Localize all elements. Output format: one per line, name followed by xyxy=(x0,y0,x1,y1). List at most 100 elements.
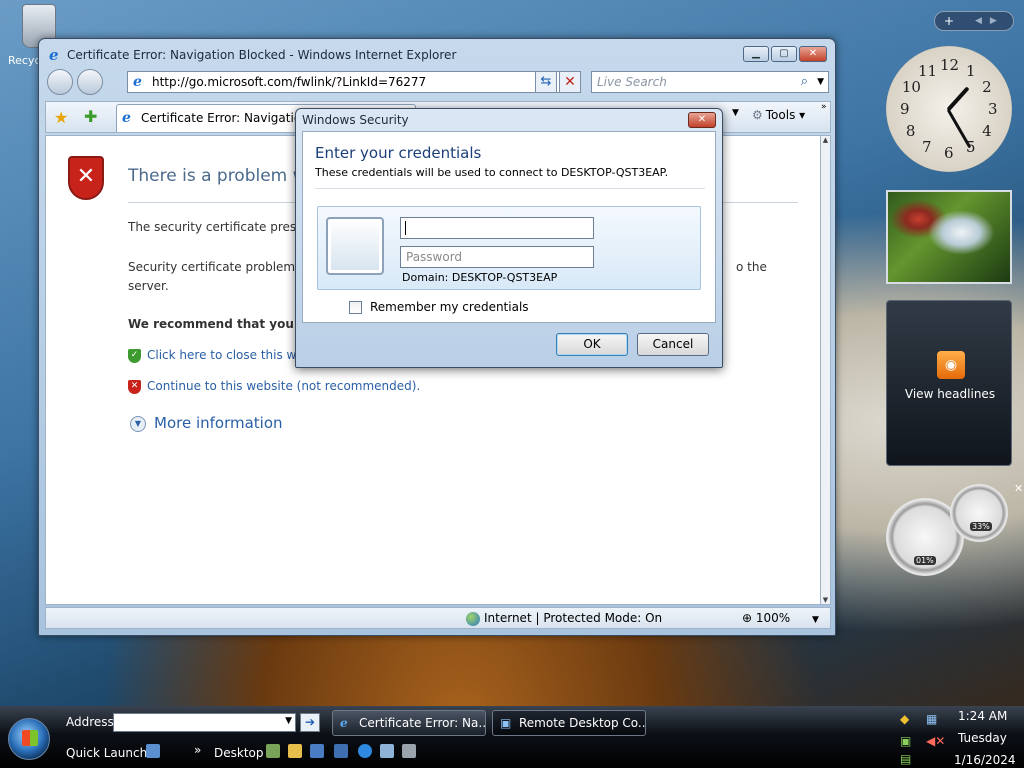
go-arrow-button[interactable]: ➔ xyxy=(300,713,320,732)
more-information-text: More information xyxy=(154,414,283,432)
gear-icon: ⚙ xyxy=(752,108,763,122)
status-bar: Internet | Protected Mode: On ⊕ 100% ▼ xyxy=(45,607,831,629)
forward-button[interactable] xyxy=(77,69,103,95)
clock-time[interactable]: 1:24 AM xyxy=(958,709,1007,723)
show-desktop-icon[interactable] xyxy=(146,744,160,758)
checkbox-box[interactable] xyxy=(349,301,362,314)
network-status-tray-icon[interactable]: ▤ xyxy=(900,752,911,766)
error-shield-icon: ✕ xyxy=(68,156,104,200)
stop-button[interactable]: ✕ xyxy=(559,71,581,93)
close-page-link[interactable]: ✓ Click here to close this w xyxy=(128,348,296,363)
remote-desktop-icon: ▣ xyxy=(500,716,512,730)
address-bar[interactable]: e http://go.microsoft.com/fwlink/?LinkId… xyxy=(127,71,573,93)
scroll-down-icon[interactable]: ▼ xyxy=(821,596,830,604)
ie-launch-icon[interactable] xyxy=(358,744,372,758)
security-shield-tray-icon[interactable]: ◆ xyxy=(900,712,909,726)
folder-icon[interactable] xyxy=(288,744,302,758)
password-field[interactable]: Password xyxy=(400,246,594,268)
taskbar-button-remote-desktop[interactable]: ▣ Remote Desktop Co... xyxy=(492,710,646,736)
hour-hand xyxy=(946,86,970,112)
credential-tile[interactable]: Password Domain: DESKTOP-QST3EAP xyxy=(317,206,701,290)
username-field[interactable] xyxy=(400,217,594,239)
desktop-toolbar-label: Desktop xyxy=(214,746,264,760)
tray-app-icon[interactable]: ▣ xyxy=(900,734,911,748)
sidebar-controls: + ◀▶ xyxy=(934,11,1014,31)
network-icon[interactable] xyxy=(310,744,324,758)
volume-muted-icon[interactable]: ◀✕ xyxy=(926,734,945,748)
zoom-dropdown-icon[interactable]: ▼ xyxy=(812,615,819,625)
zone-text: Internet | Protected Mode: On xyxy=(484,611,663,625)
continue-link-text: Continue to this website (not recommende… xyxy=(147,379,421,393)
certificate-message: The security certificate prese xyxy=(128,220,304,234)
clock-numeral: 12 xyxy=(940,56,960,74)
add-favorites-icon[interactable]: ✚ xyxy=(84,107,97,126)
start-button[interactable] xyxy=(8,718,50,760)
recycle-bin-label: Recyc xyxy=(8,54,41,67)
close-page-link-text: Click here to close this w xyxy=(147,348,297,362)
minimize-button[interactable]: ▁ xyxy=(743,46,769,62)
ok-button[interactable]: OK xyxy=(556,333,628,356)
zoom-level: 100% xyxy=(755,611,791,625)
memory-value: 33% xyxy=(970,522,992,531)
domain-label: Domain: DESKTOP-QST3EAP xyxy=(402,271,558,284)
search-box[interactable]: Live Search ⌕ ▼ xyxy=(591,71,829,93)
clock-numeral: 9 xyxy=(900,100,910,118)
tab-label: Certificate Error: Navigation B xyxy=(141,111,321,125)
cancel-button[interactable]: Cancel xyxy=(637,333,709,356)
security-zone[interactable]: Internet | Protected Mode: On xyxy=(466,608,662,628)
feed-headlines-gadget[interactable]: ◉ View headlines xyxy=(886,300,1012,466)
close-button[interactable]: ✕ xyxy=(799,46,827,62)
recycle-bin-launch-icon[interactable] xyxy=(402,744,416,758)
clock-date[interactable]: 1/16/2024 xyxy=(954,753,1016,767)
vertical-scrollbar[interactable]: ▲ ▼ xyxy=(820,135,831,605)
clock-day[interactable]: Tuesday xyxy=(958,731,1007,745)
clock-numeral: 2 xyxy=(982,78,992,96)
tools-menu[interactable]: ⚙ Tools ▾ xyxy=(752,108,805,122)
windows-security-dialog[interactable]: Windows Security ✕ Enter your credential… xyxy=(295,108,723,368)
search-dropdown-icon[interactable]: ▼ xyxy=(817,72,824,92)
toolbar-chevron-icon[interactable]: » xyxy=(194,743,201,757)
network-tray-icon[interactable]: ▦ xyxy=(926,712,937,726)
maximize-button[interactable]: ▢ xyxy=(771,46,797,62)
slideshow-gadget[interactable] xyxy=(886,190,1012,284)
problems-text-tail: o the xyxy=(736,260,767,274)
dialog-subtitle: These credentials will be used to connec… xyxy=(315,166,669,179)
favorites-star-icon[interactable]: ★ xyxy=(54,108,68,127)
view-headlines-label[interactable]: View headlines xyxy=(887,387,1013,401)
page-menu-dropdown-icon[interactable]: ▼ xyxy=(732,108,739,118)
gadget-nav-arrows-icon[interactable]: ◀▶ xyxy=(975,12,1005,30)
gadget-close-icon[interactable]: ✕ xyxy=(1014,482,1023,495)
ie-task-icon: e xyxy=(340,716,348,730)
clock-numeral: 8 xyxy=(905,122,916,140)
minute-hand xyxy=(946,108,972,149)
memory-meter-gauge[interactable]: 33% xyxy=(950,484,1008,542)
windows-logo-icon xyxy=(22,730,38,746)
continue-link[interactable]: ✕ Continue to this website (not recommend… xyxy=(128,379,420,394)
taskbar-button-ie[interactable]: e Certificate Error: Na... xyxy=(332,710,486,736)
internet-explorer-icon: e xyxy=(49,46,59,64)
clock-numeral: 4 xyxy=(982,122,992,140)
taskbar-address-dropdown-icon[interactable]: ▼ xyxy=(285,716,292,726)
back-button[interactable] xyxy=(47,69,73,95)
control-panel-icon[interactable] xyxy=(380,744,394,758)
add-gadget-button[interactable]: + xyxy=(944,14,954,28)
scroll-up-icon[interactable]: ▲ xyxy=(821,136,830,144)
refresh-button[interactable]: ⇆ xyxy=(535,71,557,93)
password-placeholder: Password xyxy=(406,250,463,264)
user-avatar-icon xyxy=(326,217,384,275)
dialog-close-button[interactable]: ✕ xyxy=(688,112,716,128)
error-heading: There is a problem w xyxy=(128,166,307,186)
internet-globe-icon xyxy=(466,611,480,626)
clock-gadget[interactable]: 121234567891011 xyxy=(886,46,1012,172)
rss-feed-icon: ◉ xyxy=(937,351,965,379)
search-placeholder: Live Search xyxy=(597,75,667,89)
chevron-more-icon[interactable]: » xyxy=(821,102,827,112)
connections-icon[interactable] xyxy=(334,744,348,758)
taskbar-address-input[interactable]: ▼ xyxy=(113,713,296,732)
zoom-control[interactable]: ⊕ 100% ▼ xyxy=(742,608,819,630)
red-shield-icon: ✕ xyxy=(128,379,141,394)
search-icon[interactable]: ⌕ xyxy=(801,72,808,92)
more-information-link[interactable]: ▼ More information xyxy=(130,414,283,432)
remember-credentials-checkbox[interactable]: Remember my credentials xyxy=(349,300,529,314)
quicklaunch-app-icon[interactable] xyxy=(266,744,280,758)
